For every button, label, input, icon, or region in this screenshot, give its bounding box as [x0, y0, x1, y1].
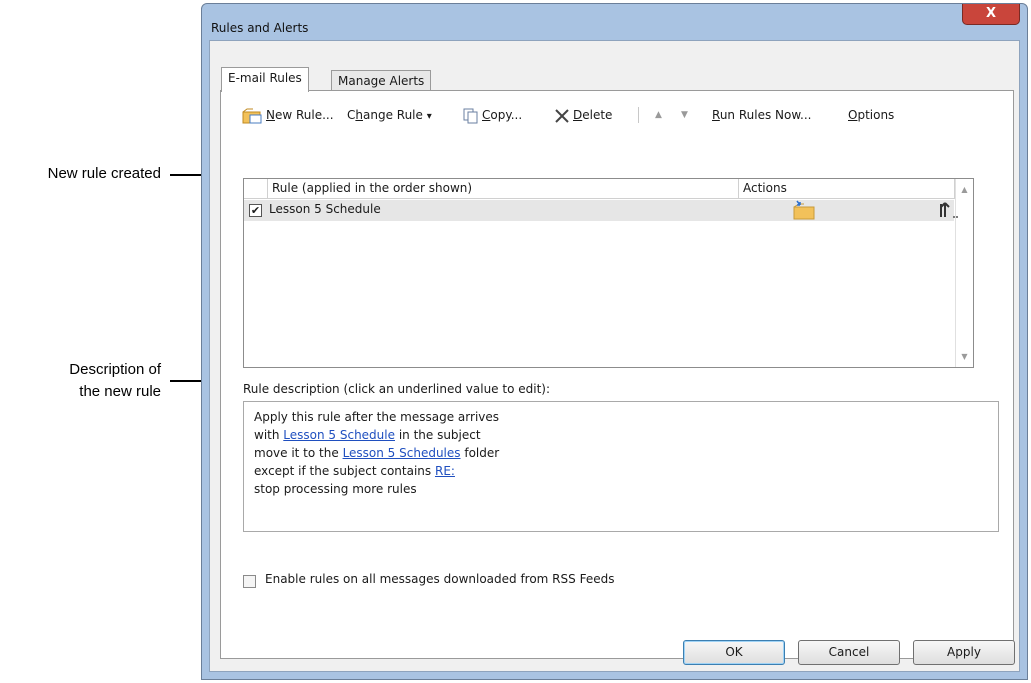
close-icon: X	[985, 6, 997, 21]
callout-new-rule-text: New rule created	[47, 165, 161, 182]
tab-manage-alerts-label: Manage Alerts	[338, 74, 425, 88]
callout-description-line2: the new rule	[79, 383, 161, 400]
rule-description-box: Apply this rule after the message arrive…	[243, 401, 999, 532]
description-line: stop processing more rules	[254, 482, 417, 496]
rss-rules-checkbox[interactable]	[243, 575, 256, 588]
move-to-folder-icon	[793, 200, 815, 220]
title-bar: Rules and Alerts X	[202, 4, 1027, 40]
tab-email-rules[interactable]: E-mail Rules	[221, 67, 309, 92]
scroll-up-arrow-icon[interactable]: ▲	[956, 185, 973, 194]
toolbar-separator	[638, 107, 639, 123]
rule-description-label: Rule description (click an underlined va…	[243, 382, 551, 396]
change-rule-button[interactable]: Change Rule ▾	[347, 105, 432, 125]
description-line: with Lesson 5 Schedule in the subject	[254, 426, 988, 444]
callout-description: Description of the new rule	[0, 359, 161, 403]
email-rules-panel: New Rule... Change Rule ▾ Copy... Delete…	[220, 90, 1014, 659]
callout-new-rule: New rule created	[0, 163, 161, 185]
new-rule-mnemonic: N	[266, 108, 275, 122]
rss-rules-label: Enable rules on all messages downloaded …	[265, 572, 615, 586]
cancel-button[interactable]: Cancel	[798, 640, 900, 665]
column-header-actions[interactable]: Actions	[739, 179, 955, 199]
tab-email-rules-label: E-mail Rules	[228, 71, 302, 85]
change-rule-label: ange Rule	[363, 108, 423, 122]
new-rule-button[interactable]: New Rule...	[241, 105, 334, 125]
delete-mnemonic: D	[573, 108, 583, 122]
change-rule-mnemonic: h	[355, 108, 363, 122]
check-icon: ✔	[250, 204, 261, 217]
run-rules-label: un Rules Now...	[719, 108, 812, 122]
table-row[interactable]: ✔ Lesson 5 Schedule	[244, 200, 958, 221]
rule-name: Lesson 5 Schedule	[269, 202, 381, 216]
options-label: ptions	[857, 108, 895, 122]
description-line: Apply this rule after the message arrive…	[254, 410, 500, 424]
move-up-button[interactable]: ▲	[655, 105, 662, 125]
column-header-rule-label: Rule (applied in the order shown)	[272, 181, 473, 195]
description-text: with	[254, 428, 284, 442]
close-button[interactable]: X	[962, 4, 1020, 25]
move-down-icon: ▼	[681, 110, 688, 120]
move-down-button[interactable]: ▼	[681, 105, 688, 125]
options-button[interactable]: Options	[848, 105, 894, 125]
new-rule-icon	[242, 108, 262, 123]
run-rules-now-button[interactable]: Run Rules Now...	[712, 105, 812, 125]
callout-description-line1: Description of	[69, 361, 161, 378]
rules-list[interactable]: Rule (applied in the order shown) Action…	[243, 178, 974, 368]
delete-label: elete	[582, 108, 613, 122]
rules-list-scrollbar[interactable]: ▲ ▼	[955, 179, 973, 367]
scroll-down-arrow-icon[interactable]: ▼	[956, 352, 973, 361]
tab-manage-alerts[interactable]: Manage Alerts	[331, 70, 432, 92]
column-header-blank	[244, 179, 268, 199]
copy-button[interactable]: Copy...	[463, 105, 522, 125]
description-text: in the subject	[395, 428, 481, 442]
description-line: except if the subject contains RE:	[254, 462, 988, 480]
description-text: move it to the	[254, 446, 343, 460]
column-header-rule[interactable]: Rule (applied in the order shown)	[268, 179, 739, 199]
description-text: except if the subject contains	[254, 464, 435, 478]
column-header-actions-label: Actions	[743, 181, 787, 195]
description-line: move it to the Lesson 5 Schedules folder	[254, 444, 988, 462]
delete-button[interactable]: Delete	[554, 105, 612, 125]
subject-value-link[interactable]: Lesson 5 Schedule	[283, 428, 395, 442]
rules-and-alerts-dialog: Rules and Alerts X E-mail Rules Manage A…	[201, 3, 1028, 680]
description-text: folder	[460, 446, 500, 460]
copy-label: opy...	[490, 108, 523, 122]
run-rules-mnemonic: R	[712, 108, 720, 122]
rule-enabled-checkbox[interactable]: ✔	[249, 204, 262, 217]
chevron-down-icon: ▾	[426, 111, 432, 122]
dialog-client-area: E-mail Rules Manage Alerts New Rule... C…	[209, 40, 1020, 672]
folder-value-link[interactable]: Lesson 5 Schedules	[343, 446, 461, 460]
exception-value-link[interactable]: RE:	[435, 464, 455, 478]
window-title: Rules and Alerts	[211, 21, 309, 35]
delete-x-icon	[555, 108, 569, 123]
apply-button[interactable]: Apply	[913, 640, 1015, 665]
move-up-icon: ▲	[655, 110, 662, 120]
copy-icon	[463, 108, 478, 123]
new-rule-label: ew Rule...	[274, 108, 334, 122]
ok-button[interactable]: OK	[683, 640, 785, 665]
